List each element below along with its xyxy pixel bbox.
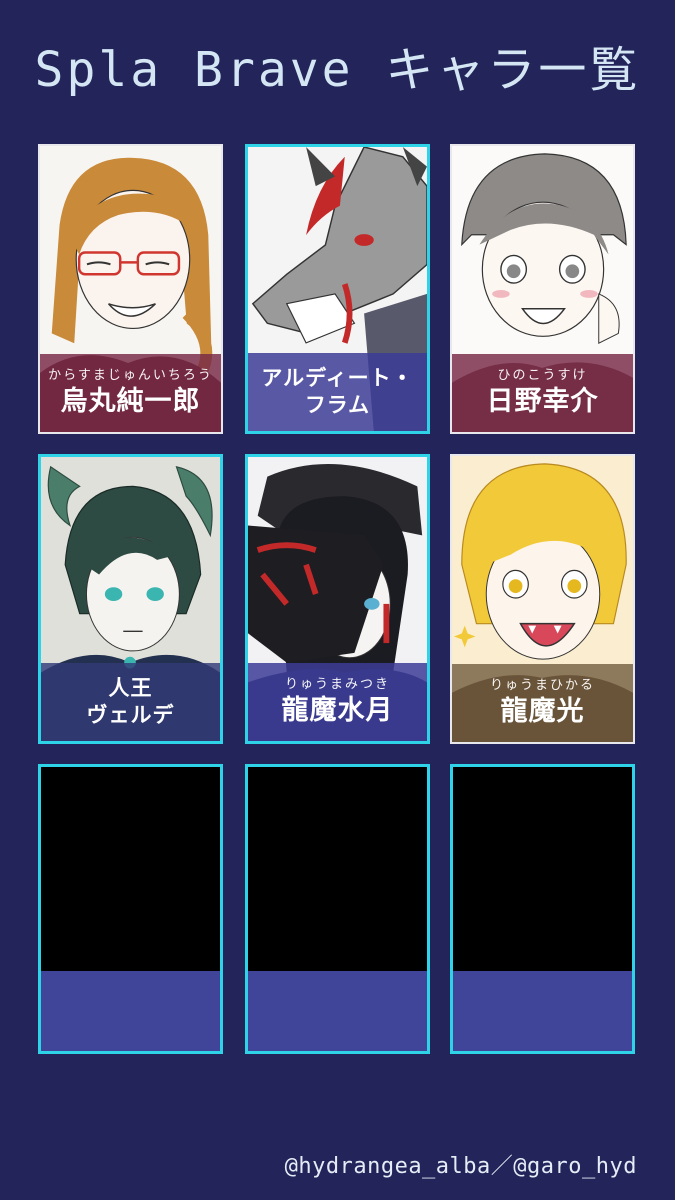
name-ruby: からすまじゅんいちろう [48, 368, 213, 383]
name-ruby: りゅうまみつき [284, 677, 390, 692]
empty-slot[interactable] [38, 764, 223, 1054]
empty-slot[interactable] [245, 764, 430, 1054]
empty-name-band [248, 971, 427, 1051]
character-card-hino[interactable]: ひのこうすけ 日野幸介 [450, 144, 635, 434]
name-ruby: ひのこうすけ [497, 368, 588, 383]
character-card-ardito[interactable]: アルディート・ フラム [245, 144, 430, 434]
character-card-verde[interactable]: 人王 ヴェルデ [38, 454, 223, 744]
character-name: 烏丸純一郎 [60, 386, 201, 417]
empty-slot[interactable] [450, 764, 635, 1054]
character-name-line2: フラム [304, 393, 371, 417]
name-band: りゅうまみつき 龍魔水月 [248, 663, 427, 741]
name-band: ひのこうすけ 日野幸介 [452, 354, 633, 432]
name-ruby: りゅうまひかる [489, 678, 595, 693]
character-name: 龍魔水月 [281, 695, 394, 726]
empty-name-band [41, 971, 220, 1051]
character-card-hikaru[interactable]: りゅうまひかる 龍魔光 [450, 454, 635, 744]
character-name: 日野幸介 [486, 386, 599, 417]
character-card-karasuma[interactable]: からすまじゅんいちろう 烏丸純一郎 [38, 144, 223, 434]
name-band: りゅうまひかる 龍魔光 [452, 664, 633, 742]
character-name-line1: 人王 [108, 676, 153, 700]
character-name-line1: アルディート・ [261, 366, 414, 390]
name-band: 人王 ヴェルデ [41, 663, 220, 741]
name-band: アルディート・ フラム [248, 353, 427, 431]
character-card-mitsuki[interactable]: りゅうまみつき 龍魔水月 [245, 454, 430, 744]
credits-handles: @hydrangea_alba／@garo_hyd [284, 1154, 637, 1179]
name-band: からすまじゅんいちろう 烏丸純一郎 [40, 354, 221, 432]
character-name: 龍魔光 [500, 696, 585, 727]
empty-name-band [453, 971, 632, 1051]
page-title: Spla Brave キャラ一覧 [34, 42, 641, 98]
character-name-line2: ヴェルデ [86, 703, 175, 727]
